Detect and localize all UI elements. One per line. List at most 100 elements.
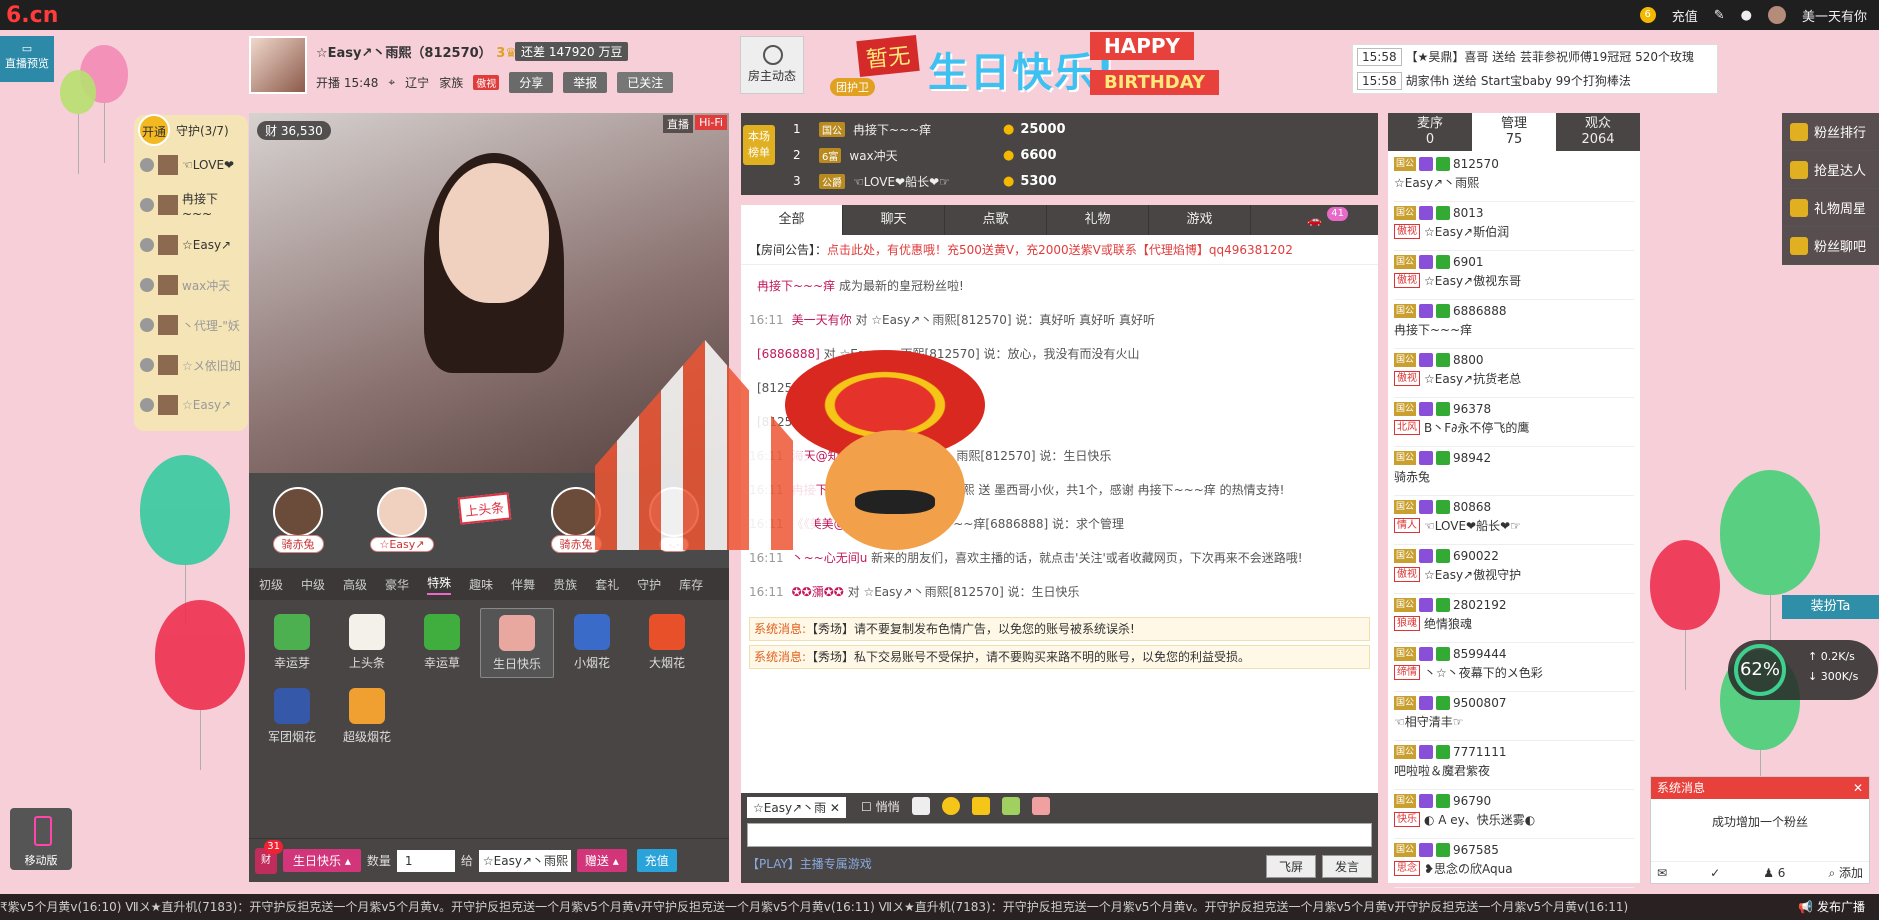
broadcast-button[interactable]: 📢 发布广播	[1784, 894, 1879, 920]
user-row[interactable]: 国公 96790 快乐 ◐ A ey、快乐迷雾◐	[1394, 790, 1634, 839]
seat[interactable]: 骑赤兔	[263, 487, 333, 553]
tab-admins[interactable]: 管理 75	[1472, 113, 1556, 151]
fan-rank-button[interactable]: 粉丝排行	[1782, 113, 1879, 151]
user-row[interactable]: 国公 96378 北风 B丶F∂永不停飞的鹰	[1394, 398, 1634, 447]
host-avatar[interactable]	[249, 36, 307, 94]
user-row[interactable]: 国公 967585 思念 ❥思念の欣Aqua	[1394, 839, 1634, 888]
username[interactable]: 美一天有你	[1802, 6, 1867, 25]
dress-up-button[interactable]: 装扮Ta	[1782, 595, 1879, 619]
check-icon[interactable]: ✓	[1710, 866, 1720, 880]
whisper-checkbox[interactable]: ☐ 悄悄	[861, 798, 900, 815]
gift-tab[interactable]: 中级	[301, 576, 325, 593]
gift-tab[interactable]: 初级	[259, 576, 283, 593]
fans-count[interactable]: ♟ 6	[1763, 866, 1785, 880]
chat-username[interactable]: 丶~~心无间u	[792, 551, 868, 565]
report-button[interactable]: 举报	[563, 72, 608, 93]
quantity-input[interactable]: 1	[396, 849, 455, 872]
gift-weekly-button[interactable]: 礼物周星	[1782, 189, 1879, 227]
coin-icon[interactable]: 6	[1639, 7, 1656, 23]
guard-item[interactable]: 冉接下~~~	[134, 185, 248, 225]
cake-icon[interactable]	[1031, 797, 1050, 815]
tab-audience[interactable]: 观众 2064	[1556, 113, 1640, 151]
user-avatar[interactable]	[1767, 6, 1786, 24]
mail-icon[interactable]: ✉	[1657, 866, 1667, 880]
user-row[interactable]: 国公 7771111 吧啦啦＆魔君紫夜	[1394, 741, 1634, 790]
user-row[interactable]: 国公 812570 ☆Easy↗丶雨熙	[1394, 153, 1634, 202]
seat[interactable]: ☆Easy↗	[367, 487, 437, 552]
gift-select[interactable]: 生日快乐 ▴	[283, 849, 361, 872]
open-guard-button[interactable]: 开通	[138, 114, 170, 146]
hifi-badge[interactable]: Hi-Fi	[695, 115, 727, 130]
notice-row[interactable]: 15:58 胡家伟h 送给 Start宝baby 99个打狗棒法	[1353, 69, 1717, 93]
rank-row[interactable]: 3公爵☜LOVE❤船长❤☞5300	[793, 167, 1193, 195]
chat-username[interactable]: 海天@知足常歌	[792, 449, 876, 463]
gift-tab[interactable]: 趣味	[469, 576, 493, 593]
play-game-link[interactable]: 【PLAY】主播专属游戏	[747, 855, 872, 878]
guard-item[interactable]: 丶代理-"妖	[134, 305, 248, 345]
user-row[interactable]: 国公 6886888 冉接下~~~痒	[1394, 300, 1634, 349]
gift-tab[interactable]: 豪华	[385, 576, 409, 593]
tab-chat[interactable]: 聊天	[843, 205, 945, 235]
chat-username[interactable]: [6886888]	[757, 347, 820, 361]
headline-button[interactable]: 上头条	[457, 492, 512, 525]
user-row[interactable]: 国公 8013 傲视 ☆Easy↗斯伯润	[1394, 202, 1634, 251]
gift-item[interactable]: 军团烟花	[255, 682, 329, 752]
edit-icon[interactable]: ✎	[1714, 8, 1725, 23]
user-row[interactable]: 国公 98942 骑赤兔	[1394, 447, 1634, 496]
charge-link[interactable]: 充值	[1672, 6, 1698, 25]
gift-tab[interactable]: 伴舞	[511, 576, 535, 593]
gift-tab[interactable]: 套礼	[595, 576, 619, 593]
gift-tab[interactable]: 守护	[637, 576, 661, 593]
tab-game[interactable]: 游戏	[1149, 205, 1251, 235]
chat-username[interactable]: 美一天有你	[792, 313, 852, 327]
guard-item[interactable]: ☆Easy↗	[134, 385, 248, 425]
chat-input[interactable]	[747, 823, 1372, 847]
guard-item[interactable]: ☜LOVE❤	[134, 145, 248, 185]
vip-emoji-icon[interactable]	[1001, 797, 1020, 815]
gift-item[interactable]: 幸运芽	[255, 608, 329, 678]
gift-tab[interactable]: 高级	[343, 576, 367, 593]
notice-row[interactable]: 15:58 【★昊鼎】喜哥 送给 芸菲参祝师傅19冠冠 520个玫瑰	[1353, 45, 1717, 69]
gift-tab[interactable]: 贵族	[553, 576, 577, 593]
site-logo[interactable]: 6.cn	[6, 3, 58, 28]
gift-item[interactable]: 超级烟花	[330, 682, 404, 752]
notification-icon[interactable]: ●	[1741, 8, 1752, 23]
gift-item[interactable]: 生日快乐	[480, 608, 554, 678]
user-row[interactable]: 国公 690022 傲视 ☆Easy↗傲视守护	[1394, 545, 1634, 594]
charge-button[interactable]: 充值	[636, 849, 677, 872]
add-button[interactable]: ⌕ 添加	[1828, 864, 1863, 881]
fan-chat-button[interactable]: 粉丝聊吧	[1782, 227, 1879, 265]
gift-item[interactable]: 幸运草	[405, 608, 479, 678]
gift-item[interactable]: 上头条	[330, 608, 404, 678]
bag-button[interactable]: 财 31	[255, 839, 283, 874]
chat-username[interactable]: 《《美美@天真》》	[792, 517, 888, 531]
host-dynamic-button[interactable]: 房主动态	[740, 36, 804, 94]
tab-queue[interactable]: 麦序 0	[1388, 113, 1472, 151]
live-video[interactable]: 财 36,530 直播 Hi-Fi	[249, 113, 729, 473]
follow-button[interactable]: 已关注	[617, 72, 674, 93]
share-button[interactable]: 分享	[509, 72, 554, 93]
guard-item[interactable]: ☆Easy↗	[134, 225, 248, 265]
rank-row[interactable]: 26富wax冲天6600	[793, 141, 1193, 169]
tab-gift[interactable]: 礼物	[1047, 205, 1149, 235]
guard-item[interactable]: ☆〤依旧如	[134, 345, 248, 385]
gift-item[interactable]: 大烟花	[630, 608, 704, 678]
mobile-version-button[interactable]: 移动版	[10, 808, 72, 870]
announce-link[interactable]: 点击此处，有优惠哦！充500送黄V，充2000送紫V或联系【代理焰博】qq496…	[827, 243, 1293, 257]
tab-song[interactable]: 点歌	[945, 205, 1047, 235]
chat-username[interactable]: ✪✪瀰✪✪	[792, 585, 844, 599]
user-row[interactable]: 国公 6901 傲视 ☆Easy↗傲视东哥	[1394, 251, 1634, 300]
user-row[interactable]: 国公 2802192 狼魂 绝情狼魂	[1394, 594, 1634, 643]
send-gift-button[interactable]: 赠送 ▴	[576, 849, 627, 872]
tab-all[interactable]: 全部	[741, 205, 843, 235]
recipient-select[interactable]: ☆Easy↗丶雨熙	[478, 849, 571, 872]
live-preview-button[interactable]: ▭ 直播预览	[0, 36, 54, 82]
user-row[interactable]: 国公 9500807 ☜相守清丰☞	[1394, 692, 1634, 741]
gift-tab[interactable]: 特殊	[427, 574, 452, 595]
user-row[interactable]: 国公 80868 情人 ☜LOVE❤船长❤☞	[1394, 496, 1634, 545]
star-hunter-button[interactable]: 抢星达人	[1782, 151, 1879, 189]
seat[interactable]: 骑赤兔	[541, 487, 611, 553]
family-tag[interactable]: 傲视	[473, 75, 500, 90]
car-tab[interactable]: 🚗 41	[1251, 205, 1378, 235]
chat-username[interactable]: 冉接下~~~痒	[792, 483, 870, 497]
